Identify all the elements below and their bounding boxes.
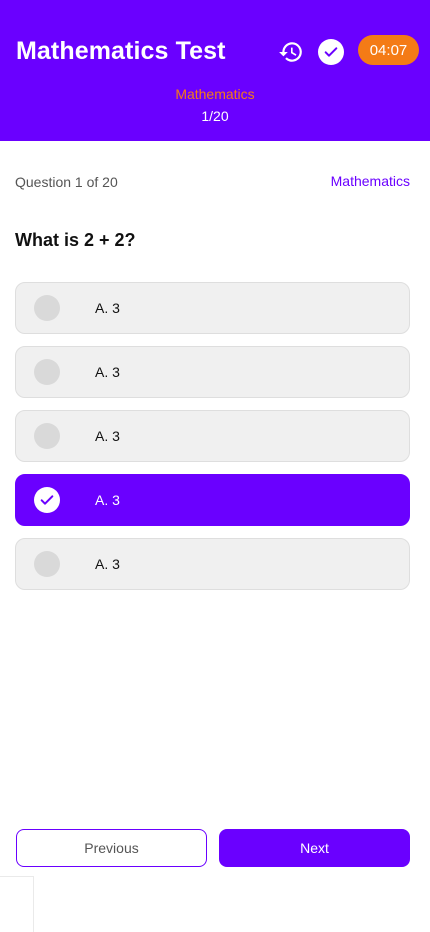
radio-icon (34, 359, 60, 385)
answer-label: A. 3 (95, 492, 120, 508)
question-progress: 1/20 (201, 108, 229, 124)
answer-option-3[interactable]: A. 3 (15, 410, 410, 462)
answer-option-1[interactable]: A. 3 (15, 282, 410, 334)
history-icon (279, 42, 302, 62)
app-header: Mathematics Test 04:07 Mathematics 1/20 (0, 0, 430, 141)
answer-option-4[interactable]: A. 3 (15, 474, 410, 526)
check-circle-icon (324, 47, 338, 57)
previous-button[interactable]: Previous (16, 829, 207, 867)
page-title: Mathematics Test (16, 37, 226, 65)
radio-icon (34, 423, 60, 449)
question-counter: Question 1 of 20 (15, 174, 118, 190)
question-subject: Mathematics (330, 173, 410, 189)
radio-icon (34, 295, 60, 321)
answer-label: A. 3 (95, 364, 120, 380)
radio-icon (34, 551, 60, 577)
timer-badge: 04:07 (358, 35, 419, 65)
corner-panel (0, 876, 34, 932)
question-text: What is 2 + 2? (15, 230, 136, 250)
answer-options: A. 3 A. 3 A. 3 A. 3 A. 3 (15, 282, 410, 602)
answer-option-2[interactable]: A. 3 (15, 346, 410, 398)
checked-radio-icon (34, 487, 60, 513)
answer-label: A. 3 (95, 300, 120, 316)
history-button[interactable] (277, 38, 305, 66)
header-subject: Mathematics (175, 86, 255, 102)
answer-option-5[interactable]: A. 3 (15, 538, 410, 590)
submit-button[interactable] (318, 39, 344, 65)
answer-label: A. 3 (95, 556, 120, 572)
answer-label: A. 3 (95, 428, 120, 444)
next-button[interactable]: Next (219, 829, 410, 867)
